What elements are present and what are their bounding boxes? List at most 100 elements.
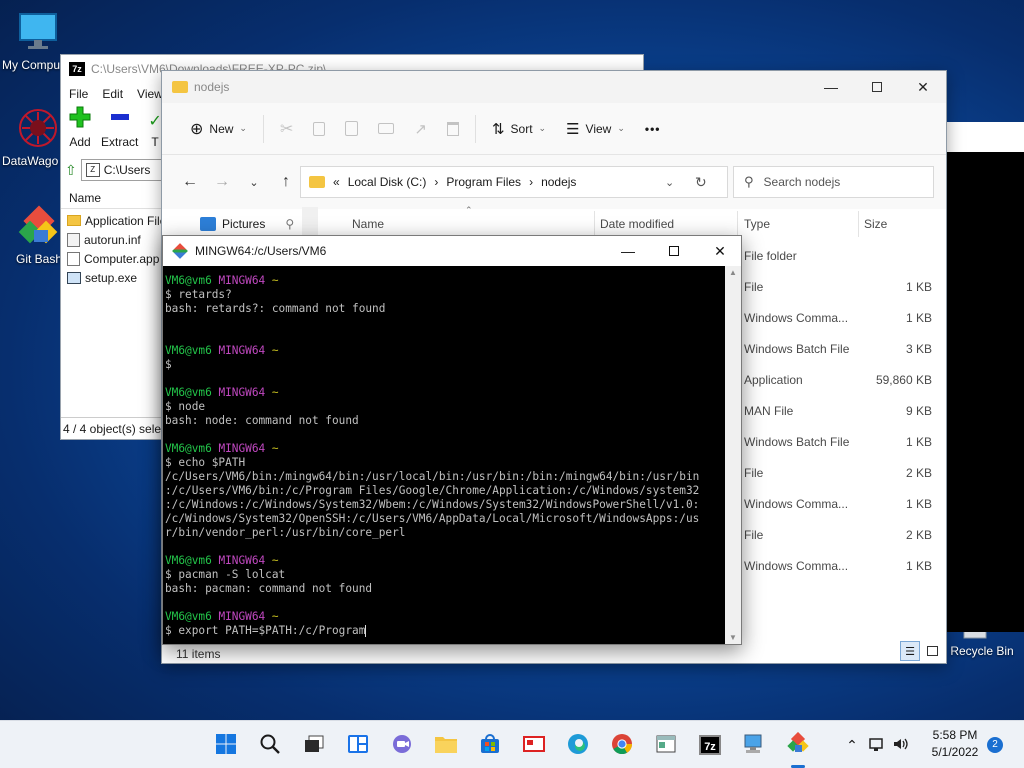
table-row[interactable]: File 1 KB [744,271,934,302]
notification-badge[interactable]: 2 [987,737,1003,753]
minimize-button[interactable]: — [605,236,651,266]
sort-button[interactable]: ⇅ Sort ⌄ [482,111,556,147]
volume-button[interactable] [890,729,912,761]
maximize-button[interactable] [651,236,697,266]
nav-pane-scrollbar[interactable] [302,207,318,237]
news-button[interactable] [518,729,550,761]
extract-button[interactable]: Extract [101,106,138,149]
notepad-button[interactable] [650,729,682,761]
store-button[interactable] [474,729,506,761]
maximize-button[interactable] [854,71,900,103]
search-box[interactable]: ⚲ Search nodejs [733,166,934,198]
computer-app-button[interactable] [738,729,770,761]
table-row[interactable]: Windows Comma... 1 KB [744,550,934,581]
store-icon [479,733,501,758]
forward-arrow-icon[interactable]: → [206,173,238,191]
computer-icon [742,733,766,758]
start-button[interactable] [210,729,242,761]
more-options-button[interactable]: ••• [635,111,671,147]
7zip-taskbar-button[interactable]: 7z [694,729,726,761]
close-button[interactable]: ✕ [900,71,946,103]
minimize-button[interactable]: — [808,71,854,103]
view-button[interactable]: ☰ View ⌄ [556,111,635,147]
table-row[interactable]: MAN File 9 KB [744,395,934,426]
menu-view[interactable]: View [137,87,163,101]
terminal-title: MINGW64:/c/Users/VM6 [195,244,327,258]
clock[interactable]: 5:58 PM 5/1/2022 [922,727,988,761]
breadcrumb-nodejs[interactable]: nodejs [541,175,576,189]
table-row[interactable]: Windows Batch File 1 KB [744,426,934,457]
tray-overflow-button[interactable]: ⌃ [836,729,868,761]
terminal-prompt-line: VM6@vm6 MINGW64 ~ [165,610,279,623]
recent-chevron-icon[interactable]: ⌄ [238,176,270,189]
chat-button[interactable] [386,729,418,761]
new-button[interactable]: ⊕ New ⌄ [180,111,257,147]
widgets-button[interactable] [342,729,374,761]
folder-icon [434,733,458,758]
row-size: 1 KB [905,310,932,325]
paste-button[interactable] [335,111,368,147]
terminal-output[interactable]: VM6@vm6 MINGW64 ~ $ retards? bash: retards… [163,266,725,644]
network-button[interactable] [866,729,888,761]
git-bash-taskbar-button[interactable] [782,729,814,761]
rename-button[interactable] [368,111,404,147]
terminal-output-line: bash: retards?: command not found [165,302,386,315]
column-divider [858,211,859,237]
task-view-button[interactable] [298,729,330,761]
close-button[interactable]: ✕ [697,236,743,266]
terminal-window[interactable]: MINGW64:/c/Users/VM6 — ✕ VM6@vm6 MINGW64… [162,235,742,645]
table-row[interactable]: Windows Comma... 1 KB [744,488,934,519]
up-arrow-icon[interactable]: ↑ [270,173,302,191]
column-header-type[interactable]: Type [744,211,770,237]
table-row[interactable]: File folder [744,240,934,271]
back-arrow-icon[interactable]: ← [174,173,206,191]
row-type: File folder [744,248,797,263]
address-dropdown-icon[interactable]: ⌄ [665,176,674,189]
column-header-name[interactable]: Name [352,211,384,237]
breadcrumb-program-files[interactable]: Program Files [446,175,521,189]
clock-time: 5:58 PM [932,728,978,742]
extract-label: Extract [101,135,139,149]
delete-button[interactable] [437,111,469,147]
up-folder-icon[interactable]: ⇧ [65,162,77,179]
chrome-button[interactable] [606,729,638,761]
column-header-date-modified[interactable]: Date modified [600,211,674,237]
breadcrumb-local-disk[interactable]: Local Disk (C:) [348,175,427,189]
column-header-size[interactable]: Size [864,211,887,237]
add-button[interactable]: Add [69,106,91,149]
breadcrumb-overflow[interactable]: « [333,175,340,189]
test-label: T [151,135,159,149]
plus-circle-icon: ⊕ [190,120,204,138]
terminal-scrollbar[interactable]: ▲ ▼ [725,266,741,644]
chevron-down-icon: ⌄ [538,123,547,133]
table-row[interactable]: File 2 KB [744,457,934,488]
row-size: 9 KB [905,403,932,418]
menu-file[interactable]: File [69,87,88,101]
row-type: Application [744,372,803,387]
test-button[interactable]: ✓ T [148,111,161,149]
row-size: 1 KB [905,496,932,511]
scroll-up-icon: ▲ [729,268,737,277]
share-button[interactable]: ↗ [404,111,437,147]
search-button[interactable] [254,729,286,761]
file-explorer-taskbar-button[interactable] [430,729,462,761]
tiles-view-toggle[interactable] [922,641,942,661]
nav-item-pictures[interactable]: Pictures ⚲ [200,217,294,231]
address-bar[interactable]: « Local Disk (C:) › Program Files › node… [300,166,728,198]
table-row[interactable]: Windows Comma... 1 KB [744,302,934,333]
refresh-icon[interactable]: ↻ [695,174,707,191]
menu-edit[interactable]: Edit [102,87,123,101]
cut-button[interactable]: ✂ [270,111,303,147]
table-row[interactable]: Application 59,860 KB [744,364,934,395]
table-row[interactable]: Windows Batch File 3 KB [744,333,934,364]
folder-icon [67,215,81,226]
news-icon [522,733,546,758]
background-window-dark [946,152,1024,632]
details-view-toggle[interactable]: ☰ [900,641,920,661]
copy-button[interactable] [303,111,335,147]
table-row[interactable]: File 2 KB [744,519,934,550]
edge-button[interactable] [562,729,594,761]
